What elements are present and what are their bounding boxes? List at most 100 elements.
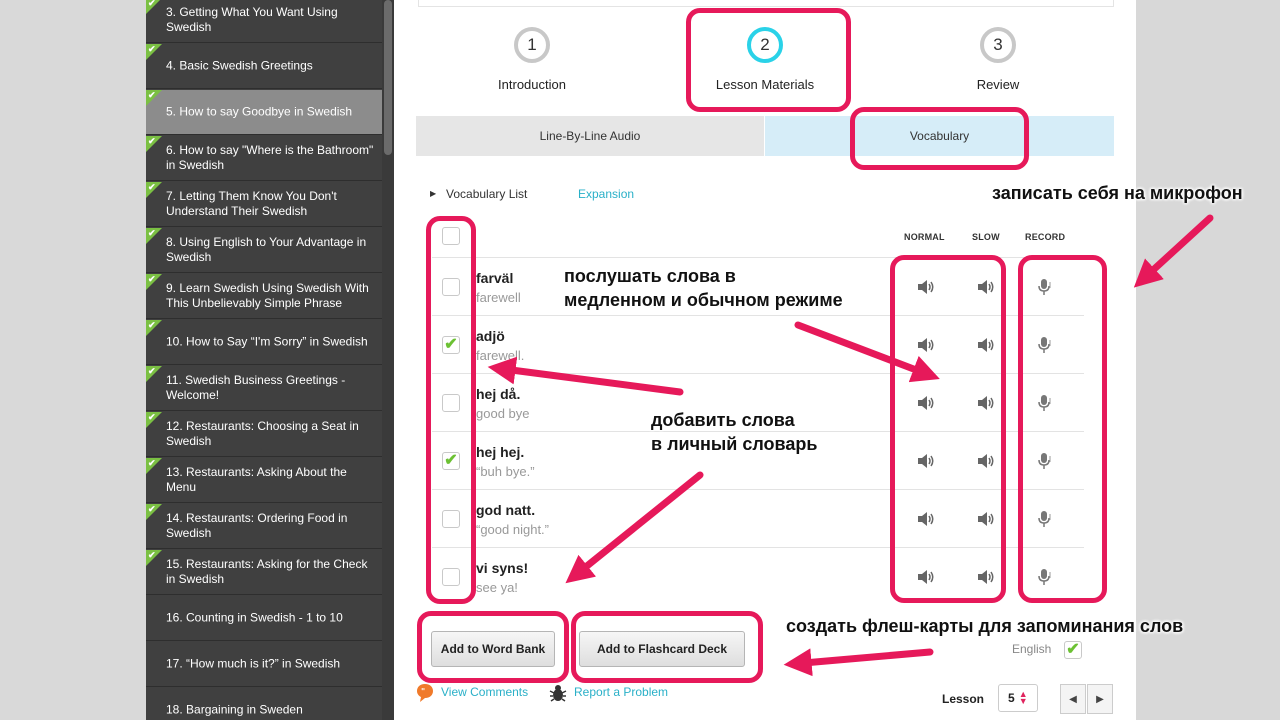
view-comments-link[interactable]: View Comments [441,685,528,699]
sidebar-lesson-item[interactable]: ✔ 9. Learn Swedish Using Swedish With Thi… [146,274,382,319]
expand-triangle-icon[interactable]: ▶ [430,189,436,198]
bug-icon[interactable] [548,683,568,703]
checkmark-icon: ✔ [148,228,156,238]
tab-line-by-line-audio[interactable]: Line-By-Line Audio [416,116,764,156]
vocab-checkbox[interactable] [442,278,460,296]
play-slow-speaker-icon[interactable] [976,568,996,586]
vocab-translation: see ya! [476,580,518,595]
prev-lesson-button[interactable]: ◀ [1060,684,1086,714]
vocab-word: farväl [476,270,514,286]
row-divider [432,257,1084,258]
select-all-checkbox[interactable] [442,227,460,245]
play-slow-speaker-icon[interactable] [976,336,996,354]
annotation-add-line1: добавить слова [651,410,795,430]
sidebar-item-label: 10. How to Say “I'm Sorry” in Swedish [166,334,368,349]
play-normal-speaker-icon[interactable] [916,336,936,354]
lesson-select[interactable]: 5 ▲ ▼ [998,684,1038,712]
checkmark-icon: ✔ [148,320,156,330]
sidebar-lesson-item[interactable]: ✔ 5. How to say Goodbye in Swedish [146,90,382,135]
row-divider [432,373,1084,374]
record-microphone-icon[interactable] [1038,278,1052,296]
sidebar-lesson-item[interactable]: ✔ 12. Restaurants: Choosing a Seat in Swe… [146,412,382,457]
play-slow-speaker-icon[interactable] [976,452,996,470]
select-arrows-icon: ▲ ▼ [1018,689,1028,706]
step-introduction[interactable]: 1 Introduction [490,27,574,92]
play-slow-speaker-icon[interactable] [976,510,996,528]
vocab-translation: farewell [476,290,521,305]
record-microphone-icon[interactable] [1038,510,1052,528]
play-slow-speaker-icon[interactable] [976,278,996,296]
vocab-translation: “buh bye.” [476,464,535,479]
sidebar-item-label: 6. How to say "Where is the Bathroom" in… [166,143,374,172]
add-to-flashcard-deck-button[interactable]: Add to Flashcard Deck [579,631,745,667]
vocab-checkbox[interactable]: ✔ [442,336,460,354]
sidebar-lesson-item[interactable]: ✔ 8. Using English to Your Advantage in S… [146,228,382,273]
sidebar-lesson-item[interactable]: ✔ 6. How to say "Where is the Bathroom" i… [146,136,382,181]
record-microphone-icon[interactable] [1038,452,1052,470]
next-lesson-button[interactable]: ▶ [1087,684,1113,714]
vocab-word: hej hej. [476,444,525,460]
sidebar-item-label: 9. Learn Swedish Using Swedish With This… [166,281,369,310]
row-divider [432,489,1084,490]
sidebar-lesson-item[interactable]: ✔ 11. Swedish Business Greetings - Welcom… [146,366,382,411]
checkmark-icon: ✔ [148,44,156,54]
checkmark-icon: ✔ [148,366,156,376]
sidebar-item-label: 14. Restaurants: Ordering Food in Swedis… [166,511,348,540]
col-slow: SLOW [972,232,1000,242]
play-normal-speaker-icon[interactable] [916,568,936,586]
sidebar-item-label: 4. Basic Swedish Greetings [166,58,313,73]
svg-text:": " [421,687,425,696]
comments-icon[interactable]: " [416,683,434,703]
english-label: English [1012,642,1052,656]
record-microphone-icon[interactable] [1038,394,1052,412]
sidebar-lesson-item[interactable]: 18. Bargaining in Sweden [146,688,382,720]
english-checkbox[interactable]: ✔ [1064,641,1082,659]
col-record: RECORD [1025,232,1066,242]
sidebar-scroll-thumb[interactable] [384,0,392,155]
checkmark-icon: ✔ [148,504,156,514]
play-normal-speaker-icon[interactable] [916,510,936,528]
step-label: Lesson Materials [715,77,815,92]
vocab-checkbox[interactable] [442,568,460,586]
annotation-add-line2: в личный словарь [651,434,818,454]
left-margin [0,0,146,720]
step-number: 2 [747,27,783,63]
annotation-listen-line1: послушать слова в [564,266,736,286]
vocabulary-list-toggle[interactable]: Vocabulary List [446,187,527,201]
sidebar-lesson-item[interactable]: ✔ 14. Restaurants: Ordering Food in Swedi… [146,504,382,549]
step-lesson-materials[interactable]: 2 Lesson Materials [700,27,830,92]
sidebar-lesson-item[interactable]: ✔ 3. Getting What You Want Using Swedish [146,0,382,43]
checkmark-icon: ✔ [148,90,156,100]
add-to-word-bank-button[interactable]: Add to Word Bank [431,631,555,667]
sidebar-lesson-item[interactable]: ✔ 7. Letting Them Know You Don't Understa… [146,182,382,227]
sidebar-lesson-item[interactable]: ✔ 4. Basic Swedish Greetings [146,44,382,89]
sidebar-lesson-item[interactable]: ✔ 10. How to Say “I'm Sorry” in Swedish [146,320,382,365]
vocab-checkbox[interactable] [442,394,460,412]
record-microphone-icon[interactable] [1038,568,1052,586]
expansion-link[interactable]: Expansion [578,187,634,201]
checkmark-icon: ✔ [148,274,156,284]
sidebar-lesson-item[interactable]: 17. “How much is it?” in Swedish [146,642,382,687]
sidebar-lesson-item[interactable]: ✔ 15. Restaurants: Asking for the Check i… [146,550,382,595]
row-divider [432,547,1084,548]
checkmark-icon: ✔ [148,458,156,468]
record-microphone-icon[interactable] [1038,336,1052,354]
sidebar-lesson-item[interactable]: 16. Counting in Swedish - 1 to 10 [146,596,382,641]
step-number: 1 [514,27,550,63]
lesson-label: Lesson [942,692,985,706]
vocab-word: hej då. [476,386,521,402]
lesson-sidebar: ✔ 3. Getting What You Want Using Swedish ✔… [146,0,382,720]
checkmark-icon: ✔ [148,0,156,8]
tab-vocabulary[interactable]: Vocabulary [765,116,1114,156]
vocab-checkbox[interactable] [442,510,460,528]
report-problem-link[interactable]: Report a Problem [574,685,668,699]
play-normal-speaker-icon[interactable] [916,278,936,296]
play-normal-speaker-icon[interactable] [916,394,936,412]
play-slow-speaker-icon[interactable] [976,394,996,412]
lesson-select-value: 5 [1008,691,1015,705]
vocab-word: adjö [476,328,505,344]
play-normal-speaker-icon[interactable] [916,452,936,470]
vocab-checkbox[interactable]: ✔ [442,452,460,470]
step-review[interactable]: 3 Review [958,27,1038,92]
sidebar-lesson-item[interactable]: ✔ 13. Restaurants: Asking About the Menu [146,458,382,503]
